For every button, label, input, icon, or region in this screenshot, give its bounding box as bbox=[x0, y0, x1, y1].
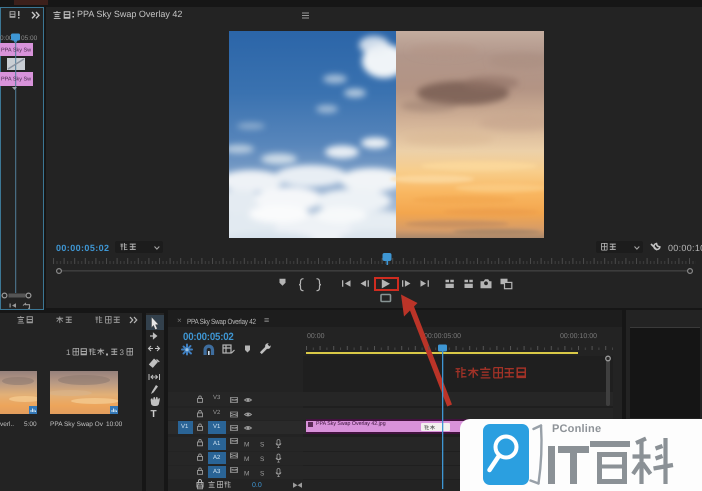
svg-text:M: M bbox=[244, 442, 249, 449]
svg-text:PPA Sky Sw: PPA Sky Sw bbox=[1, 48, 31, 54]
svg-text:PPA Sky Sw: PPA Sky Sw bbox=[1, 77, 31, 83]
svg-text:3: 3 bbox=[120, 348, 125, 357]
svg-text:05:00: 05:00 bbox=[21, 35, 38, 42]
svg-text:S: S bbox=[260, 442, 265, 449]
svg-text:T: T bbox=[151, 409, 157, 420]
svg-text:1: 1 bbox=[66, 348, 71, 357]
